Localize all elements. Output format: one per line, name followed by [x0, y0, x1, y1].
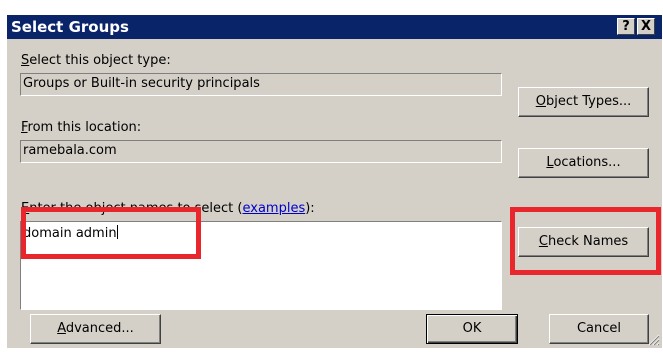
object-types-button-label: bject Types... [545, 94, 632, 109]
ok-button-label: OK [462, 321, 482, 336]
text-caret [116, 225, 118, 239]
object-types-button-accel: O [535, 94, 546, 109]
object-type-label-text: elect this object type: [29, 53, 171, 68]
object-type-label: Select this object type: [21, 53, 171, 69]
close-icon: X [640, 19, 652, 34]
advanced-button-label: dvanced... [65, 321, 134, 336]
locations-button-label: ocations... [553, 155, 621, 170]
select-groups-dialog: Select Groups ? X Select this object typ… [6, 14, 662, 348]
check-names-button-accel: C [538, 234, 548, 249]
ok-button[interactable]: OK [426, 314, 518, 344]
location-label-text: rom this location: [27, 120, 142, 135]
help-icon: ? [622, 19, 630, 34]
cancel-button-label: Cancel [576, 321, 622, 336]
resize-grip-icon[interactable] [648, 334, 660, 346]
check-names-button[interactable]: Check Names [518, 227, 649, 257]
check-names-button-label: heck Names [547, 234, 629, 249]
help-button[interactable]: ? [617, 18, 635, 35]
object-type-field: Groups or Built-in security principals [20, 73, 502, 96]
title-bar[interactable]: Select Groups ? X [7, 15, 662, 39]
object-names-label-accel: E [21, 201, 30, 216]
object-names-label: Enter the object names to select (exampl… [21, 201, 315, 217]
examples-link[interactable]: examples [242, 201, 305, 216]
object-names-label-end: ): [305, 201, 315, 216]
object-types-button[interactable]: Object Types... [518, 87, 649, 117]
close-button[interactable]: X [637, 18, 655, 35]
object-names-label-text: nter the object names to select ( [29, 201, 243, 216]
advanced-button-accel: A [57, 321, 66, 336]
location-field: ramebala.com [20, 140, 502, 163]
location-label: From this location: [21, 120, 141, 136]
object-names-value: domain admin [23, 226, 117, 241]
cancel-button[interactable]: Cancel [549, 314, 649, 344]
advanced-button[interactable]: Advanced... [30, 314, 161, 344]
object-names-input[interactable]: domain admin [20, 221, 502, 310]
window-title: Select Groups [11, 18, 129, 36]
locations-button[interactable]: Locations... [518, 148, 649, 178]
